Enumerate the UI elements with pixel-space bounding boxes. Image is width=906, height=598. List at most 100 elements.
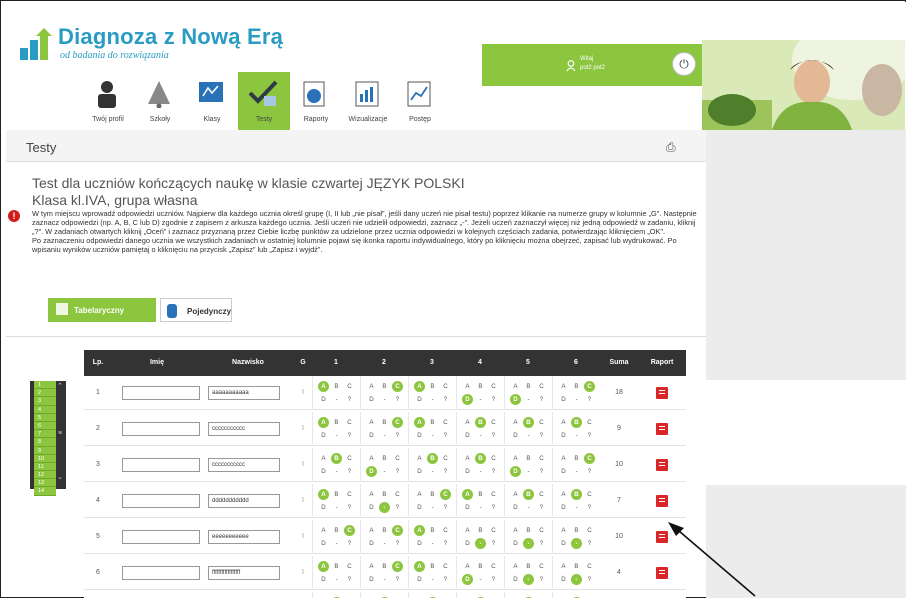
answer-option[interactable]: B <box>571 525 582 536</box>
answer-option[interactable]: D <box>462 466 473 477</box>
answer-option[interactable]: B <box>523 489 534 500</box>
answer-option[interactable]: - <box>379 538 390 549</box>
answer-option[interactable]: B <box>571 417 582 428</box>
answer-option[interactable]: D <box>414 502 425 513</box>
answer-option[interactable]: ? <box>392 466 403 477</box>
answer-option[interactable]: B <box>331 381 342 392</box>
answer-option[interactable]: A <box>366 525 377 536</box>
answer-option[interactable]: D <box>558 574 569 585</box>
print-icon[interactable]: ⎙ <box>666 140 676 155</box>
group-toggle[interactable]: I <box>294 448 312 482</box>
answer-option[interactable]: ? <box>584 394 595 405</box>
surname-input[interactable]: ddddddddddd <box>208 494 280 508</box>
answer-option[interactable]: D <box>558 502 569 513</box>
answer-option[interactable]: A <box>318 525 329 536</box>
answer-option[interactable]: - <box>475 394 486 405</box>
scroller-item[interactable]: 6 <box>34 421 56 431</box>
answer-option[interactable]: A <box>414 453 425 464</box>
answer-option[interactable]: A <box>462 489 473 500</box>
answer-option[interactable]: A <box>462 525 473 536</box>
answer-option[interactable]: D <box>510 466 521 477</box>
nav-item-testy[interactable]: Testy <box>238 72 290 130</box>
answer-option[interactable]: - <box>331 538 342 549</box>
answer-option[interactable]: A <box>318 417 329 428</box>
answer-option[interactable]: A <box>510 525 521 536</box>
surname-input[interactable]: ffffffffffffffffff <box>208 566 280 580</box>
answer-option[interactable]: C <box>488 525 499 536</box>
answer-option[interactable]: - <box>427 538 438 549</box>
answer-option[interactable]: C <box>536 489 547 500</box>
answer-option[interactable]: D <box>318 466 329 477</box>
answer-option[interactable]: B <box>523 453 534 464</box>
answer-option[interactable]: - <box>379 502 390 513</box>
group-toggle[interactable]: I <box>294 484 312 518</box>
answer-option[interactable]: A <box>414 489 425 500</box>
scroller-item[interactable]: 3 <box>34 397 56 406</box>
answer-option[interactable]: - <box>523 430 534 441</box>
answer-option[interactable]: ? <box>584 466 595 477</box>
answer-option[interactable]: - <box>331 394 342 405</box>
answer-option[interactable]: B <box>523 561 534 572</box>
answer-option[interactable]: C <box>440 381 451 392</box>
answer-option[interactable]: A <box>366 489 377 500</box>
answer-option[interactable]: D <box>462 574 473 585</box>
answer-option[interactable]: ? <box>536 466 547 477</box>
logout-power-icon[interactable]: ⏻ <box>672 52 696 76</box>
scroller-item[interactable]: 8 <box>34 438 56 447</box>
answer-option[interactable]: A <box>510 453 521 464</box>
nav-item-klasy[interactable]: Klasy <box>186 72 238 130</box>
answer-option[interactable]: C <box>536 417 547 428</box>
answer-option[interactable]: B <box>379 381 390 392</box>
report-icon[interactable] <box>656 423 668 435</box>
nav-item-raporty[interactable]: Raporty <box>290 72 342 130</box>
nav-item-twój-profil[interactable]: Twój profil <box>82 72 134 130</box>
answer-option[interactable]: B <box>475 525 486 536</box>
answer-option[interactable]: A <box>558 561 569 572</box>
answer-option[interactable]: C <box>392 381 403 392</box>
scroller-item[interactable]: 14 <box>34 487 56 496</box>
surname-input[interactable]: ccccccccccc <box>208 422 280 436</box>
answer-option[interactable]: A <box>414 381 425 392</box>
answer-option[interactable]: C <box>536 525 547 536</box>
answer-option[interactable]: D <box>318 574 329 585</box>
surname-input[interactable]: eeeeeeeeeee <box>208 530 280 544</box>
answer-option[interactable]: A <box>558 525 569 536</box>
group-toggle[interactable]: I <box>294 376 312 410</box>
answer-option[interactable]: B <box>331 417 342 428</box>
answer-option[interactable]: C <box>488 417 499 428</box>
answer-option[interactable]: B <box>523 525 534 536</box>
report-icon[interactable] <box>656 495 668 507</box>
answer-option[interactable]: C <box>440 525 451 536</box>
answer-option[interactable]: C <box>440 417 451 428</box>
answer-option[interactable]: A <box>462 417 473 428</box>
answer-option[interactable]: - <box>523 538 534 549</box>
surname-input[interactable]: aaaaaaaaaaa <box>208 386 280 400</box>
answer-option[interactable]: ? <box>584 574 595 585</box>
answer-option[interactable]: C <box>584 489 595 500</box>
answer-option[interactable]: - <box>379 394 390 405</box>
user-bar[interactable]: Witaj pot2 pot2 <box>482 44 702 86</box>
answer-option[interactable]: - <box>571 502 582 513</box>
answer-option[interactable]: - <box>475 574 486 585</box>
answer-option[interactable]: A <box>414 525 425 536</box>
answer-option[interactable]: ? <box>344 394 355 405</box>
answer-option[interactable]: B <box>427 561 438 572</box>
chevron-up-icon[interactable]: ⌃ <box>56 383 64 391</box>
answer-option[interactable]: C <box>440 453 451 464</box>
group-toggle[interactable]: I <box>294 520 312 554</box>
surname-input[interactable]: ccccccccccc <box>208 458 280 472</box>
answer-option[interactable]: D <box>366 538 377 549</box>
answer-option[interactable]: D <box>558 430 569 441</box>
answer-option[interactable]: - <box>523 574 534 585</box>
answer-option[interactable]: ? <box>584 430 595 441</box>
answer-option[interactable]: ? <box>584 538 595 549</box>
answer-option[interactable]: - <box>427 466 438 477</box>
answer-option[interactable]: C <box>584 381 595 392</box>
scroller-item[interactable]: 4 <box>34 405 56 414</box>
first-name-input[interactable] <box>122 494 200 508</box>
answer-option[interactable]: B <box>475 381 486 392</box>
answer-option[interactable]: B <box>571 561 582 572</box>
answer-option[interactable]: - <box>331 466 342 477</box>
answer-option[interactable]: B <box>475 561 486 572</box>
answer-option[interactable]: A <box>318 453 329 464</box>
